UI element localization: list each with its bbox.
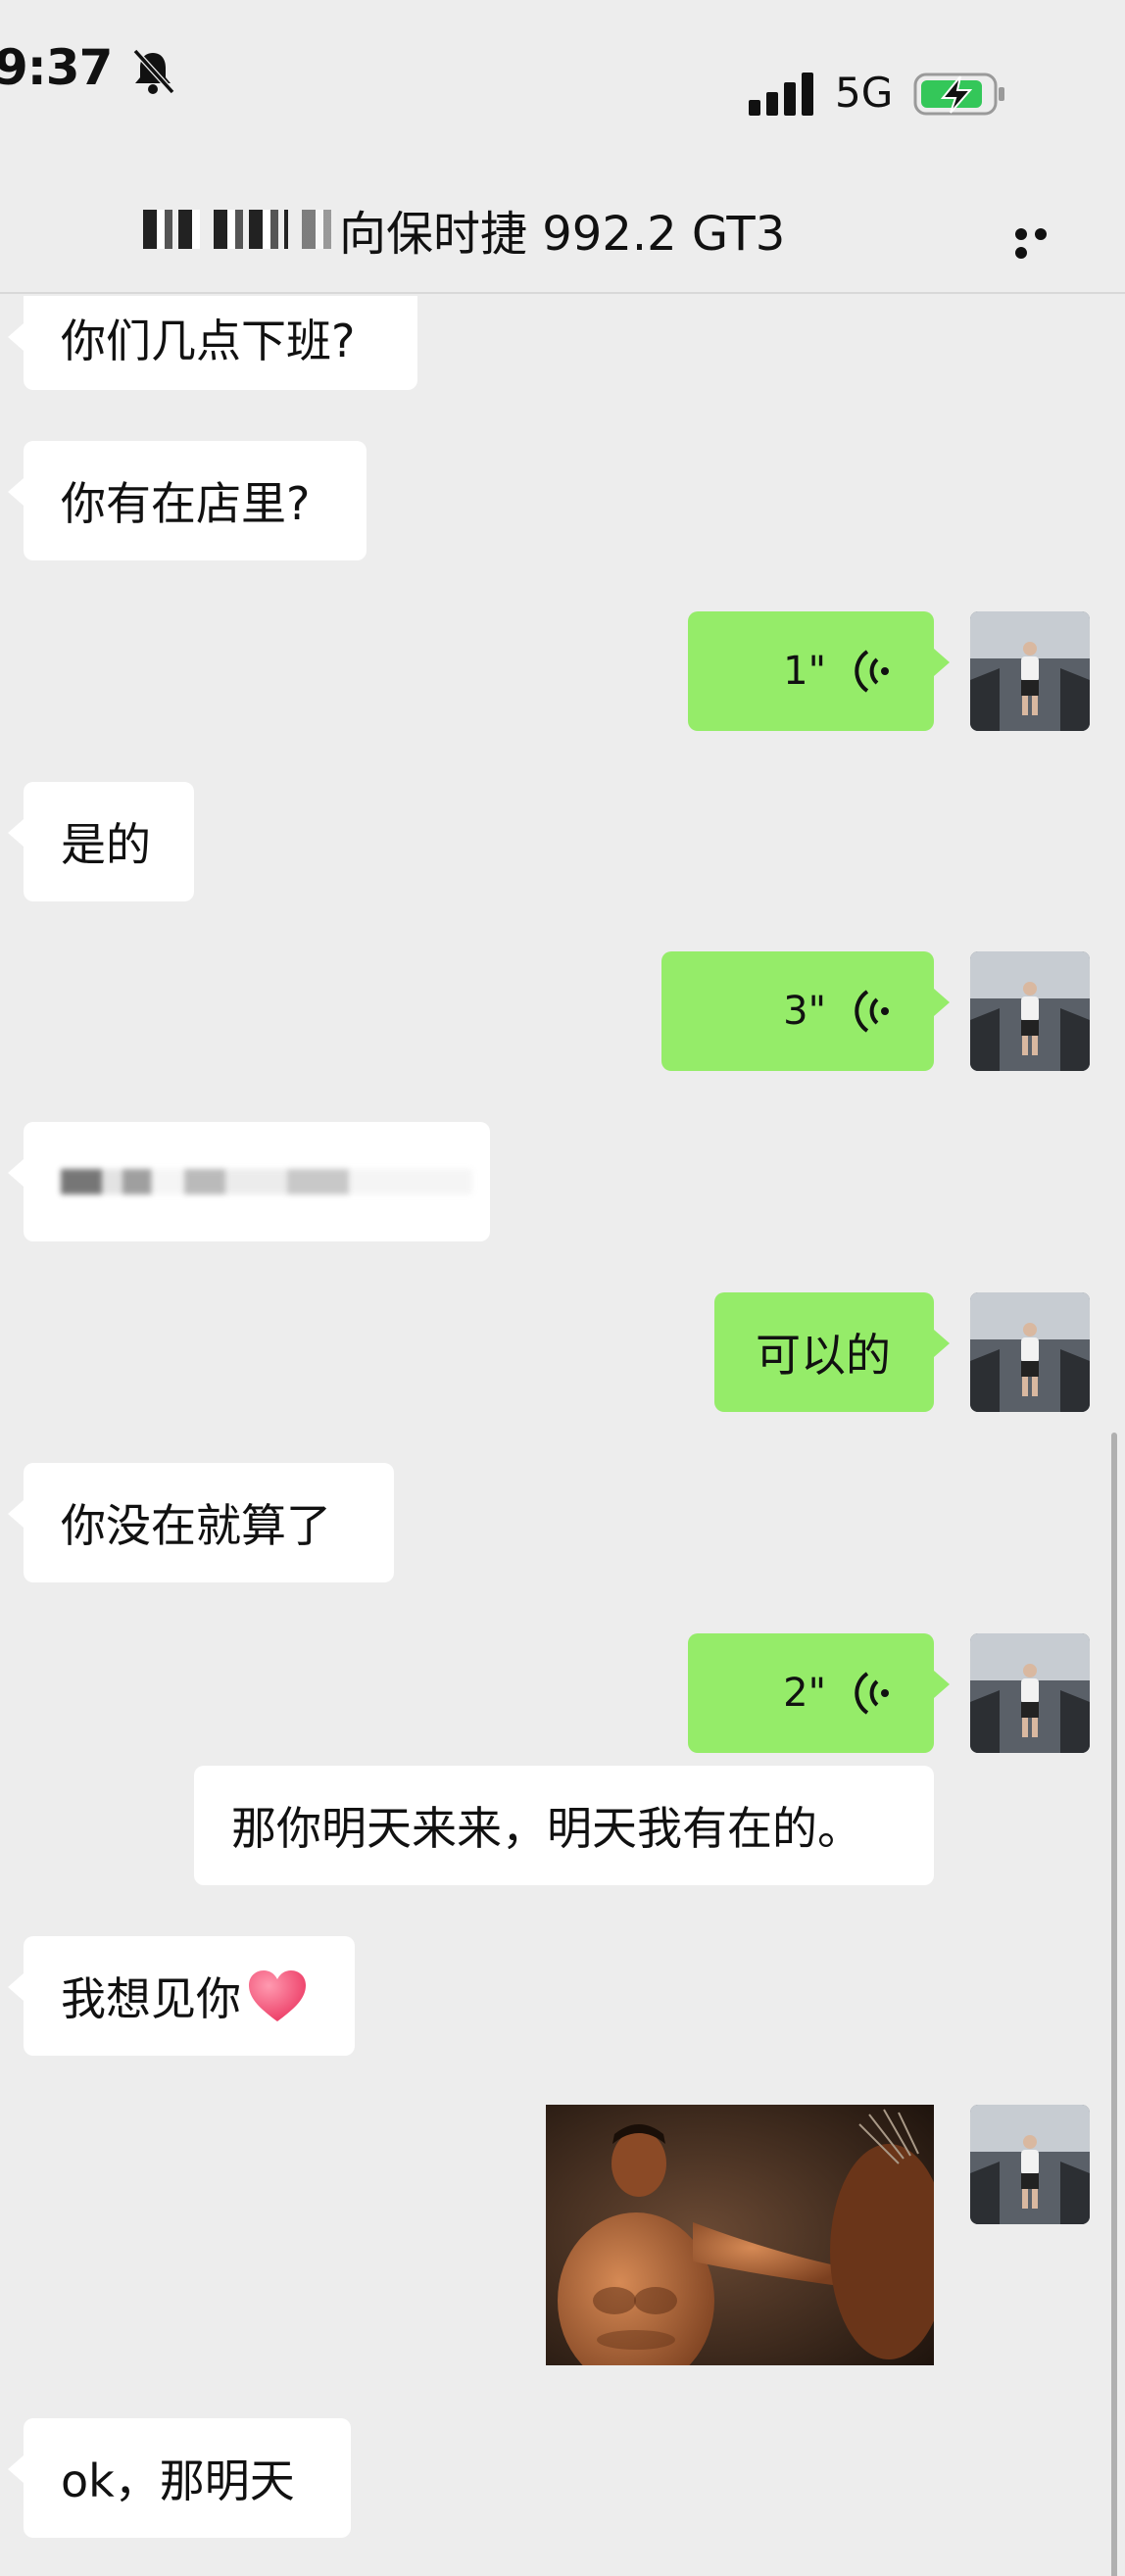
chat-header: 向保时捷 992.2 GT3 xyxy=(0,147,1125,294)
message-incoming[interactable]: 是的 xyxy=(8,782,194,901)
avatar-image xyxy=(970,2105,1090,2224)
image-message-content xyxy=(546,2105,934,2365)
status-bar: 9:37 5G xyxy=(0,0,1125,147)
avatar-image xyxy=(970,1633,1090,1753)
network-type: 5G xyxy=(835,69,894,117)
avatar-image xyxy=(970,1292,1090,1412)
voice-wave-icon xyxy=(855,990,889,1033)
message-text: 我想见你 xyxy=(61,1972,241,2025)
redacted-name-part xyxy=(143,210,200,249)
redacted-name-part xyxy=(302,210,337,249)
redacted-text xyxy=(61,1169,472,1194)
message-quoted[interactable]: 那你明天来来，明天我有在的。 xyxy=(194,1766,934,1885)
chat-title-wrap: 向保时捷 992.2 GT3 xyxy=(143,200,785,262)
status-time: 9:37 xyxy=(0,39,113,96)
message-text: 你们几点下班? xyxy=(61,315,356,367)
message-incoming[interactable]: 你们几点下班? xyxy=(8,296,417,390)
message-text: 你有在店里? xyxy=(61,477,311,530)
message-text: 是的 xyxy=(61,818,151,871)
voice-wave-icon xyxy=(855,1672,889,1715)
message-text: 你没在就算了 xyxy=(61,1499,331,1552)
message-incoming[interactable]: 你没在就算了 xyxy=(8,1463,394,1582)
voice-message[interactable]: 2" xyxy=(688,1633,950,1753)
scrollbar[interactable] xyxy=(1111,1433,1117,2576)
voice-duration: 2" xyxy=(783,1671,826,1716)
avatar[interactable] xyxy=(970,611,1090,731)
voice-message[interactable]: 1" xyxy=(688,611,950,731)
message-incoming-redacted[interactable] xyxy=(8,1122,490,1241)
avatar[interactable] xyxy=(970,951,1090,1071)
avatar[interactable] xyxy=(970,1292,1090,1412)
battery-charging-icon xyxy=(913,73,1004,116)
voice-message[interactable]: 3" xyxy=(661,951,950,1071)
bell-muted-icon xyxy=(132,48,175,95)
avatar-image xyxy=(970,611,1090,731)
voice-duration: 3" xyxy=(783,989,826,1034)
message-text: ok，那明天 xyxy=(61,2454,295,2507)
message-text: 可以的 xyxy=(756,1329,891,1382)
signal-icon xyxy=(749,73,813,116)
avatar[interactable] xyxy=(970,2105,1090,2224)
message-incoming[interactable]: ok，那明天 xyxy=(8,2418,351,2538)
voice-wave-icon xyxy=(855,650,889,693)
redacted-name-part xyxy=(214,210,288,249)
message-list[interactable]: 你们几点下班? 你有在店里? 1" 是的 3" 可以的 你没在就算了 2" 那你… xyxy=(0,296,1125,2576)
image-message[interactable] xyxy=(546,2105,934,2365)
avatar-image xyxy=(970,951,1090,1071)
more-icon[interactable] xyxy=(1015,225,1072,259)
avatar[interactable] xyxy=(970,1633,1090,1753)
message-outgoing[interactable]: 可以的 xyxy=(714,1292,950,1412)
message-text: 那你明天来来，明天我有在的。 xyxy=(231,1802,862,1855)
heart-icon xyxy=(249,1970,306,2021)
voice-duration: 1" xyxy=(783,649,826,694)
message-incoming[interactable]: 我想见你 xyxy=(8,1936,355,2056)
message-incoming[interactable]: 你有在店里? xyxy=(8,441,367,560)
chat-title: 向保时捷 992.2 GT3 xyxy=(339,207,786,262)
